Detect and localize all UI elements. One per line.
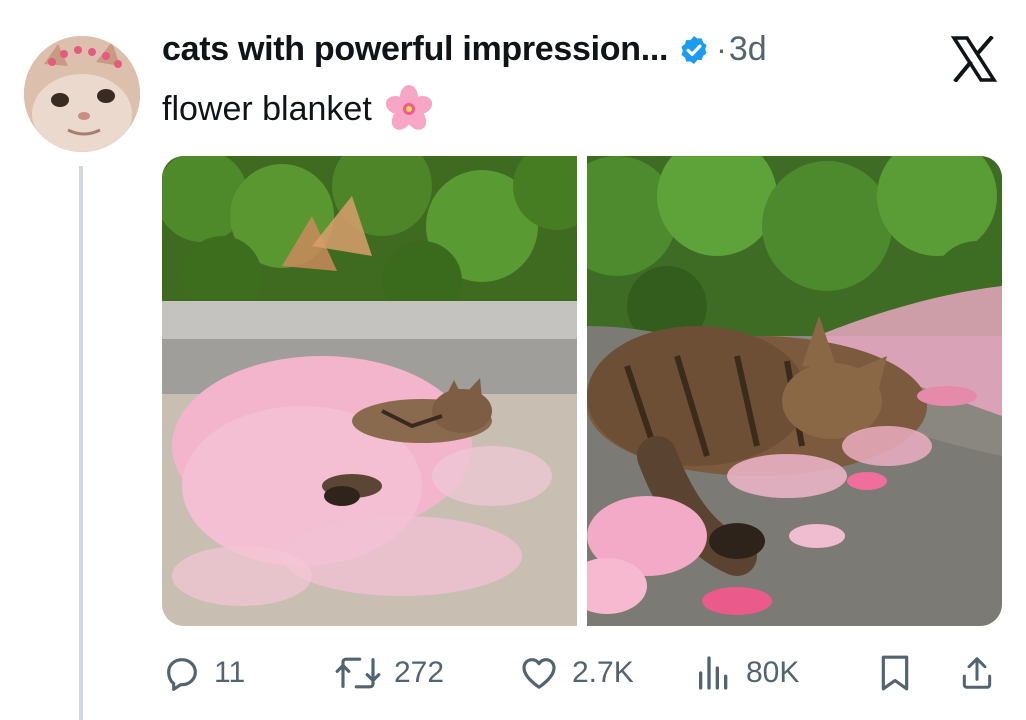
reply-icon bbox=[167, 658, 197, 691]
post-timestamp[interactable]: 3d bbox=[729, 30, 767, 69]
repost-icon bbox=[335, 657, 381, 689]
post-header: cats with powerful impression... · 3d bbox=[162, 30, 767, 69]
avatar[interactable] bbox=[24, 36, 140, 152]
views-count: 80K bbox=[746, 656, 800, 689]
cat-on-petals-image bbox=[587, 156, 1002, 626]
reply-button[interactable]: 11 bbox=[162, 650, 245, 696]
photo-right[interactable] bbox=[587, 156, 1002, 626]
reply-count: 11 bbox=[214, 656, 246, 689]
cat-under-petals-image bbox=[162, 156, 577, 626]
cherry-blossom-emoji bbox=[385, 85, 432, 130]
x-logo-icon[interactable] bbox=[950, 36, 998, 82]
post-actions-bar: 11 272 2.7K 80K bbox=[162, 650, 1002, 696]
share-button[interactable] bbox=[958, 650, 996, 696]
share-icon bbox=[962, 657, 992, 689]
heart-icon bbox=[522, 658, 556, 689]
views-icon bbox=[699, 656, 728, 690]
bookmark-button[interactable] bbox=[878, 650, 912, 696]
thread-line bbox=[79, 166, 83, 720]
media-grid bbox=[162, 156, 1002, 626]
post-text: flower blanket 🌸 bbox=[162, 84, 434, 134]
post-text-content: flower blanket bbox=[162, 89, 372, 128]
views-button[interactable]: 80K bbox=[694, 650, 799, 696]
verified-badge-icon bbox=[681, 35, 707, 64]
avatar-cat-image bbox=[24, 36, 140, 152]
repost-count: 272 bbox=[394, 656, 445, 689]
repost-button[interactable]: 272 bbox=[334, 650, 444, 696]
bookmark-icon bbox=[881, 655, 909, 691]
like-button[interactable]: 2.7K bbox=[518, 650, 634, 696]
author-name[interactable]: cats with powerful impression... bbox=[162, 30, 668, 69]
photo-left[interactable] bbox=[162, 156, 577, 626]
like-count: 2.7K bbox=[572, 656, 634, 689]
separator-dot: · bbox=[716, 31, 727, 67]
